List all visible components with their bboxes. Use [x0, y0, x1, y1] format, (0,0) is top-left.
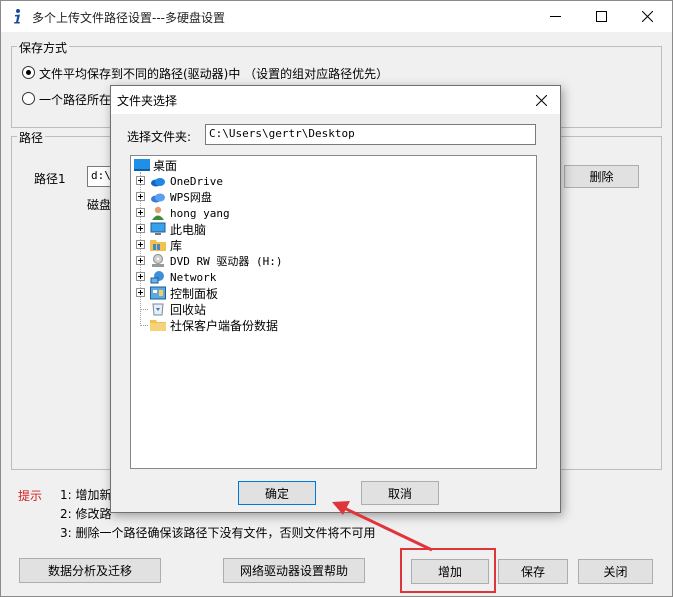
maximize-icon — [595, 11, 607, 22]
expand-icon[interactable] — [136, 272, 145, 281]
expand-icon[interactable] — [136, 176, 145, 185]
annotation-arrow-icon — [332, 501, 433, 552]
hint-label: 提示 — [18, 489, 43, 503]
tree-item-label: WPS网盘 — [170, 191, 212, 204]
window-title: 多个上传文件路径设置---多硬盘设置 — [32, 11, 225, 25]
expand-icon[interactable] — [136, 224, 145, 233]
tree-item-backup-folder[interactable]: 社保客户端备份数据 — [131, 317, 431, 333]
recycle-bin-icon — [152, 303, 164, 316]
tree-item-network[interactable]: Network — [131, 269, 431, 285]
tree-item-recycle-bin[interactable]: 回收站 — [131, 301, 431, 317]
folder-select-dialog: 文件夹选择 选择文件夹: C:\Users\gertr\Desktop 桌面 O… — [110, 85, 561, 513]
minimize-button[interactable] — [532, 1, 578, 32]
hint-line-1: 1: 增加新 — [60, 488, 112, 502]
folder-tree[interactable]: 桌面 OneDrive WPS网盘 hong yang 此电脑 库 DVD RW… — [130, 155, 537, 469]
expand-icon[interactable] — [136, 240, 145, 249]
close-window-button[interactable]: 关闭 — [578, 559, 653, 584]
info-i-icon — [14, 9, 20, 24]
tree-item-label: 社保客户端备份数据 — [170, 318, 279, 333]
close-icon — [641, 11, 653, 22]
tree-item-label: hong yang — [170, 206, 230, 220]
save-button[interactable]: 保存 — [498, 559, 568, 584]
tree-root-label: 桌面 — [153, 158, 178, 173]
expand-icon[interactable] — [136, 256, 145, 265]
desktop-icon — [134, 159, 150, 171]
expand-icon[interactable] — [136, 208, 145, 217]
maximize-button[interactable] — [578, 1, 624, 32]
paths-group-label: 路径 — [17, 129, 46, 146]
dialog-title-bar[interactable]: 文件夹选择 — [111, 86, 560, 114]
hint-line-2: 2: 修改路 — [60, 507, 112, 521]
tree-item-label: 此电脑 — [170, 222, 207, 237]
radio-single-path-label[interactable]: 一个路径所在 — [39, 91, 111, 108]
cloud-icon — [151, 178, 165, 187]
folder-path-input[interactable]: C:\Users\gertr\Desktop — [205, 124, 536, 145]
tree-item-onedrive[interactable]: OneDrive — [131, 173, 431, 189]
tree-item-dvd[interactable]: DVD RW 驱动器 (H:) — [131, 253, 431, 269]
tree-item-label: OneDrive — [170, 174, 223, 188]
delete-path-button[interactable]: 删除 — [564, 165, 639, 188]
network-icon — [150, 271, 164, 284]
close-button[interactable] — [624, 1, 670, 32]
radio-average-save[interactable] — [22, 66, 35, 79]
tree-branch — [140, 325, 148, 326]
tree-branch — [140, 309, 148, 310]
dialog-title: 文件夹选择 — [117, 94, 178, 108]
radio-single-path[interactable] — [22, 92, 35, 105]
expand-icon[interactable] — [136, 288, 145, 297]
tree-item-this-pc[interactable]: 此电脑 — [131, 221, 431, 237]
tree-item-label: 控制面板 — [170, 286, 219, 301]
computer-icon — [150, 222, 166, 235]
tree-item-wps[interactable]: WPS网盘 — [131, 189, 431, 205]
network-help-button[interactable]: 网络驱动器设置帮助 — [223, 558, 365, 583]
wps-cloud-icon — [151, 193, 165, 203]
folder-icon — [150, 320, 166, 331]
dialog-close-button[interactable] — [522, 86, 560, 114]
tree-item-label: 回收站 — [170, 302, 207, 317]
path1-input[interactable]: d:\d — [87, 166, 111, 187]
user-icon — [152, 206, 164, 220]
tree-item-library[interactable]: 库 — [131, 237, 431, 253]
minimize-icon — [549, 16, 561, 17]
dvd-drive-icon — [152, 254, 164, 267]
close-icon — [535, 94, 547, 106]
tree-item-control-panel[interactable]: 控制面板 — [131, 285, 431, 301]
data-analysis-button[interactable]: 数据分析及迁移 — [19, 558, 161, 583]
library-folder-icon — [150, 240, 166, 251]
tree-item-label: Network — [170, 270, 217, 284]
tree-item-label: 库 — [170, 238, 183, 253]
path1-label: 路径1 — [34, 172, 66, 186]
tree-item-label: DVD RW 驱动器 (H:) — [170, 255, 283, 268]
disk-label: 磁盘 — [87, 198, 112, 212]
tree-item-user[interactable]: hong yang — [131, 205, 431, 221]
control-panel-icon — [150, 286, 166, 300]
title-bar[interactable]: 多个上传文件路径设置---多硬盘设置 — [1, 1, 672, 32]
radio-average-save-label[interactable]: 文件平均保存到不同的路径(驱动器)中 （设置的组对应路径优先） — [39, 65, 388, 82]
dialog-ok-button[interactable]: 确定 — [238, 481, 316, 505]
expand-icon[interactable] — [136, 192, 145, 201]
folder-path-label: 选择文件夹: — [127, 130, 192, 144]
save-mode-group-label: 保存方式 — [17, 39, 70, 56]
